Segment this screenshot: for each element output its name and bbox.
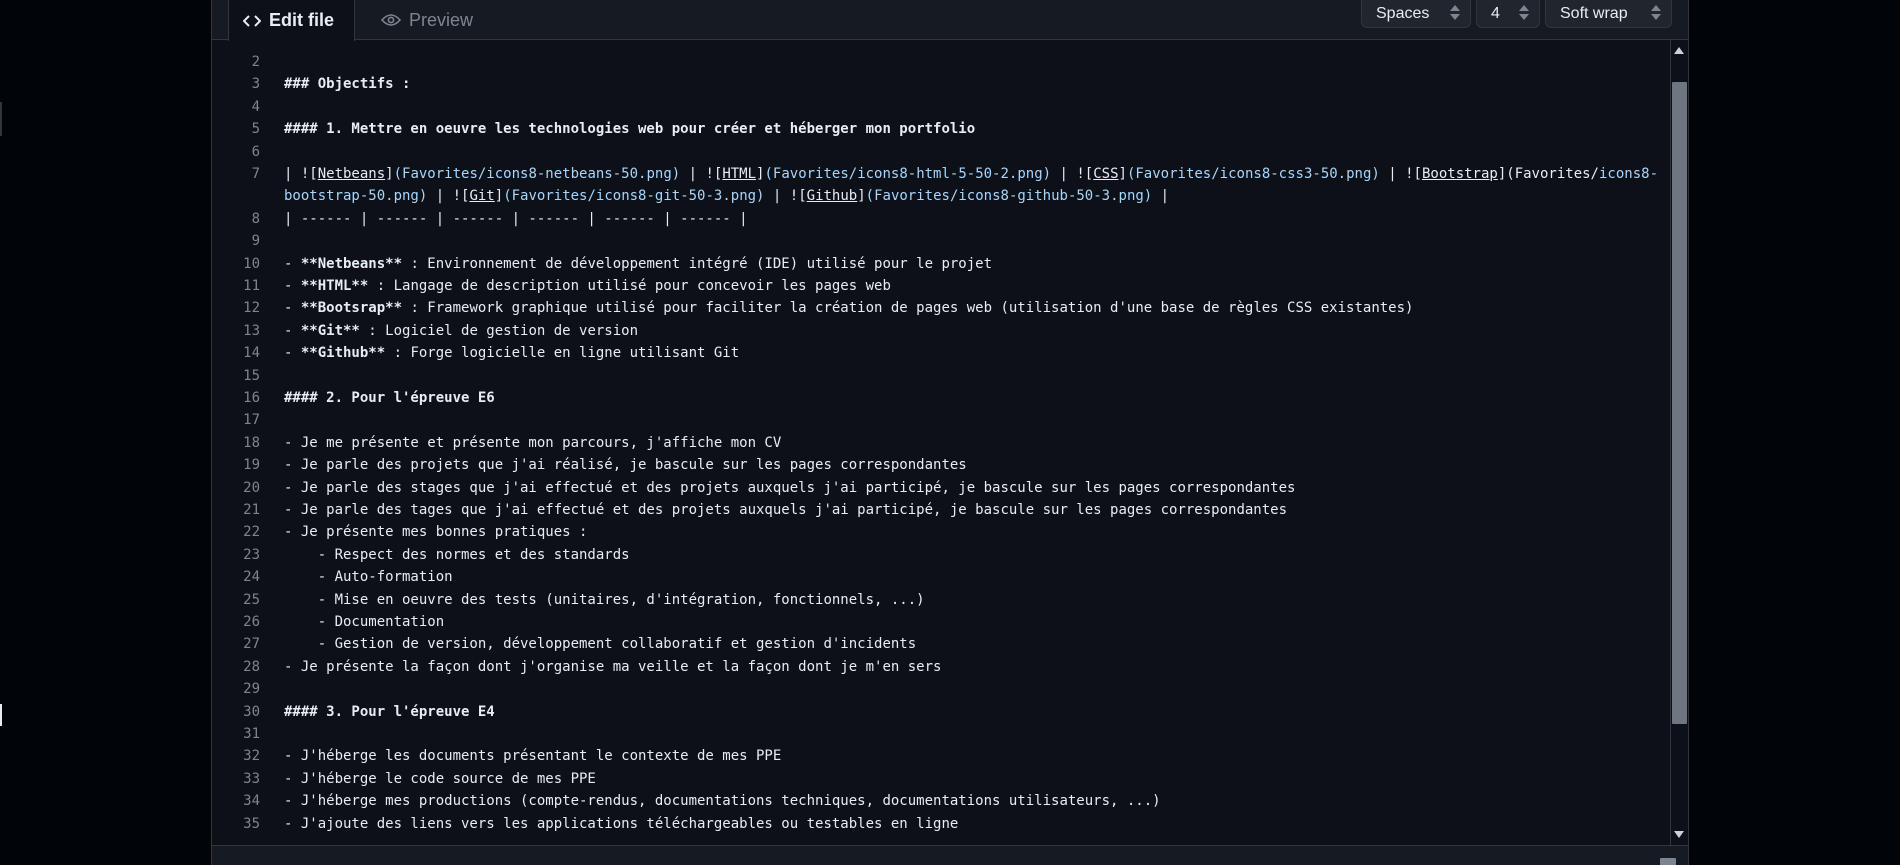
select-caret-icon xyxy=(1651,5,1661,20)
line-number: 7 xyxy=(251,166,260,182)
indent-mode-value: Spaces xyxy=(1376,4,1430,22)
line-number: 25 xyxy=(243,591,260,608)
line-number: 34 xyxy=(243,793,260,810)
scroll-up-arrow-icon[interactable] xyxy=(1674,47,1684,54)
tab-preview-label: Preview xyxy=(409,9,474,30)
line-number: 9 xyxy=(251,233,260,250)
line-text: bootstrap-50.png) | ![Git](Favorites/ico… xyxy=(284,188,1170,205)
line-text: - Je parle des stages que j'ai effectué … xyxy=(284,479,1296,496)
line-text: - **Netbeans** : Environnement de dévelo… xyxy=(284,255,993,272)
line-number: 29 xyxy=(243,681,260,698)
scrollbar-thumb[interactable] xyxy=(1672,82,1687,724)
line-number: 16 xyxy=(243,390,260,406)
line-number: 3 xyxy=(251,76,260,93)
line-text: - Je parle des projets que j'ai réalisé,… xyxy=(284,457,967,474)
wrap-mode-select[interactable]: Soft wrap xyxy=(1545,0,1672,28)
select-caret-icon xyxy=(1519,5,1529,20)
line-text: - **HTML** : Langage de description util… xyxy=(284,278,891,294)
line-text: - Mise en oeuvre des tests (unitaires, d… xyxy=(284,591,925,608)
line-number: 10 xyxy=(243,255,260,272)
line-text: - Documentation xyxy=(284,614,445,630)
code-editor-area[interactable]: 2 3 ### Objectifs :4 5 #### 1. Mettre en oeu… xyxy=(212,40,1670,845)
line-text: - Respect des normes et des standards xyxy=(284,546,630,563)
line-text: - Je présente mes bonnes pratiques : xyxy=(284,524,588,541)
line-text: - Je présente la façon dont j'organise m… xyxy=(284,658,942,675)
line-text: - **Git** : Logiciel de gestion de versi… xyxy=(284,322,639,339)
line-number: 2 xyxy=(251,54,260,70)
editor-header: Edit file Preview Spaces 4 Soft wrap xyxy=(212,0,1688,41)
line-text: | ------ | ------ | ------ | ------ | --… xyxy=(284,210,748,227)
line-number: 15 xyxy=(243,367,260,384)
line-number: 17 xyxy=(243,412,260,429)
line-number: 22 xyxy=(243,524,260,541)
line-number: 4 xyxy=(251,98,260,115)
line-number: 27 xyxy=(243,636,260,653)
line-number: 26 xyxy=(243,614,260,630)
line-text: - Gestion de version, développement coll… xyxy=(284,636,917,653)
tab-edit-file[interactable]: Edit file xyxy=(228,0,355,41)
tab-edit-file-label: Edit file xyxy=(269,10,335,30)
line-text: - **Bootsrap** : Framework graphique uti… xyxy=(284,300,1414,317)
line-number: 12 xyxy=(243,300,260,317)
line-number: 30 xyxy=(243,703,260,720)
line-text: - **Github** : Forge logicielle en ligne… xyxy=(284,345,740,362)
window-edge-marker xyxy=(0,102,2,136)
line-text: - J'ajoute des liens vers les applicatio… xyxy=(284,815,959,832)
scroll-down-arrow-icon[interactable] xyxy=(1674,831,1684,838)
line-number: 18 xyxy=(243,434,260,451)
vertical-scrollbar[interactable] xyxy=(1670,40,1688,845)
line-text: ### Objectifs : xyxy=(284,76,411,93)
tab-preview[interactable]: Preview xyxy=(369,0,473,40)
line-number: 13 xyxy=(243,322,260,339)
line-number: 28 xyxy=(243,658,260,675)
line-text: - Auto-formation xyxy=(284,569,453,586)
line-text: #### 2. Pour l'épreuve E6 xyxy=(284,390,495,406)
line-number: 8 xyxy=(251,210,260,227)
line-number: 20 xyxy=(243,479,260,496)
wrap-mode-value: Soft wrap xyxy=(1560,4,1628,22)
line-text: #### 1. Mettre en oeuvre les technologie… xyxy=(284,121,976,138)
window-edge-marker xyxy=(0,704,2,726)
line-number: 24 xyxy=(243,569,260,586)
line-number: 35 xyxy=(243,815,260,832)
line-number: 14 xyxy=(243,345,260,362)
line-text: #### 3. Pour l'épreuve E4 xyxy=(284,703,495,720)
line-text: - J'héberge le code source de mes PPE xyxy=(284,770,596,787)
line-number: 31 xyxy=(243,726,260,742)
line-number: 32 xyxy=(243,748,260,765)
indent-size-select[interactable]: 4 xyxy=(1476,0,1540,28)
line-text: - J'héberge les documents présentant le … xyxy=(284,748,782,765)
line-number: 19 xyxy=(243,457,260,474)
line-text: - Je parle des tages que j'ai effectué e… xyxy=(284,502,1288,518)
select-caret-icon xyxy=(1450,5,1460,20)
line-number: 23 xyxy=(243,546,260,563)
line-number: 6 xyxy=(251,143,260,160)
code-icon xyxy=(243,14,261,28)
file-editor: Edit file Preview Spaces 4 Soft wrap 2 3 #… xyxy=(211,0,1689,865)
indent-size-value: 4 xyxy=(1491,4,1500,22)
line-number: 11 xyxy=(243,278,260,294)
line-number: 5 xyxy=(251,121,260,138)
editor-footer xyxy=(212,845,1688,865)
line-number: 33 xyxy=(243,770,260,787)
line-number: 21 xyxy=(243,502,260,518)
line-text: | ![Netbeans](Favorites/icons8-netbeans-… xyxy=(284,166,1659,182)
keyboard-icon xyxy=(1660,858,1676,865)
line-text: - J'héberge mes productions (compte-rend… xyxy=(284,793,1161,810)
eye-icon xyxy=(381,13,401,27)
indent-mode-select[interactable]: Spaces xyxy=(1361,0,1471,28)
line-text: - Je me présente et présente mon parcour… xyxy=(284,434,782,451)
